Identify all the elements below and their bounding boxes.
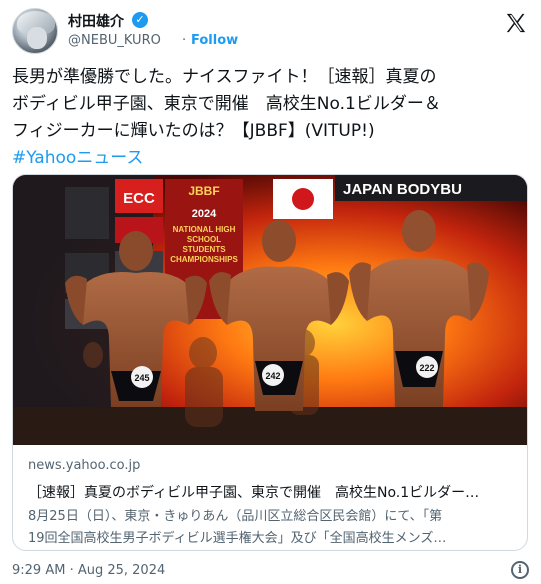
competitor-number: 245 bbox=[134, 373, 149, 383]
card-description: 8月25日（日）、東京・きゅりあん（品川区立総合区民会館）にて、「第 19回全国… bbox=[28, 506, 518, 550]
info-icon[interactable]: i bbox=[511, 561, 529, 579]
follow-button[interactable]: Follow bbox=[191, 33, 238, 48]
tweet-timestamp[interactable]: 9:29 AM · Aug 25, 2024 bbox=[12, 563, 165, 578]
card-meta: news.yahoo.co.jp ［速報］真夏のボディビル甲子園、東京で開催 高… bbox=[28, 458, 518, 550]
jbbf-sign: JBBF bbox=[188, 184, 219, 198]
jbbf-year: 2024 bbox=[192, 208, 217, 220]
competitor-number: 242 bbox=[265, 371, 280, 381]
separator-dot: · bbox=[182, 33, 187, 48]
ecc-sign: ECC bbox=[123, 190, 155, 207]
card-title[interactable]: ［速報］真夏のボディビル甲子園、東京で開催 高校生No.1ビルダー… bbox=[28, 482, 518, 506]
user-handle[interactable]: @NEBU_KURO bbox=[68, 33, 161, 48]
competitor-number: 222 bbox=[419, 363, 434, 373]
user-name[interactable]: 村田雄介 bbox=[68, 11, 124, 31]
championship-sign: NATIONAL HIGH SCHOOL STUDENTS CHAMPIONSH… bbox=[170, 225, 238, 264]
hashtag-link[interactable]: #Yahooニュース bbox=[12, 145, 527, 172]
japan-banner-text: JAPAN BODYBU bbox=[343, 181, 462, 198]
x-logo-icon[interactable] bbox=[505, 12, 527, 34]
card-description-line: 8月25日（日）、東京・きゅりあん（品川区立総合区民会館）にて、「第 bbox=[28, 509, 443, 524]
tweet-text-line: フィジーカーに輝いたのは？【JBBF】(VITUP!) bbox=[12, 121, 375, 141]
avatar[interactable] bbox=[12, 8, 58, 54]
avatar-face bbox=[27, 27, 47, 49]
tweet-text-line: ボディビル甲子園、東京で開催 高校生No.1ビルダー＆ bbox=[12, 94, 441, 114]
link-preview-card[interactable]: ECC JBBF 2024 NATIONAL HIGH SCHOOL STUDE… bbox=[12, 174, 528, 551]
card-description-line: 19回全国高校生男子ボディビル選手権大会」及び「全国高校生メンズ… bbox=[28, 531, 447, 546]
verified-badge-icon: ✓ bbox=[132, 12, 148, 28]
card-image[interactable]: ECC JBBF 2024 NATIONAL HIGH SCHOOL STUDE… bbox=[13, 175, 528, 445]
card-domain: news.yahoo.co.jp bbox=[28, 458, 141, 473]
tweet-header: 村田雄介 ✓ @NEBU_KURO · Follow bbox=[12, 6, 529, 56]
tweet-text-line: 長男が準優勝でした。ナイスファイト！［速報］真夏の bbox=[12, 67, 437, 87]
tweet-text: 長男が準優勝でした。ナイスファイト！［速報］真夏の ボディビル甲子園、東京で開催… bbox=[12, 64, 527, 172]
